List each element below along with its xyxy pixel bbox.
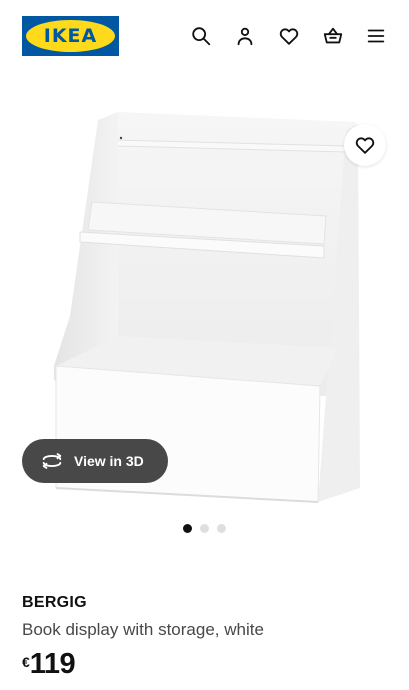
view-in-3d-label: View in 3D [74, 453, 144, 469]
logo-text: IKEA [43, 25, 98, 47]
site-header: IKEA [0, 0, 409, 72]
heart-outline-icon [355, 137, 375, 154]
price-amount: 119 [29, 648, 76, 680]
view-in-3d-button[interactable]: View in 3D [22, 439, 168, 483]
gallery-dot-3[interactable] [217, 524, 226, 533]
gallery-dot-2[interactable] [200, 524, 209, 533]
logo-oval: IKEA [26, 20, 115, 52]
rotate-3d-icon [42, 453, 62, 469]
product-description: Book display with storage, white [22, 620, 264, 639]
product-price: € 119 [22, 648, 76, 681]
heart-icon[interactable] [275, 22, 303, 50]
user-icon[interactable] [231, 22, 259, 50]
product-name[interactable]: BERGIG [22, 594, 87, 612]
gallery-dot-1[interactable] [183, 524, 192, 533]
basket-icon[interactable] [319, 22, 347, 50]
ikea-logo[interactable]: IKEA [22, 16, 119, 56]
price-currency: € [22, 654, 30, 670]
gallery-pagination [0, 524, 409, 534]
menu-icon[interactable] [362, 22, 390, 50]
search-icon[interactable] [187, 22, 215, 50]
favorite-button[interactable] [344, 124, 386, 166]
